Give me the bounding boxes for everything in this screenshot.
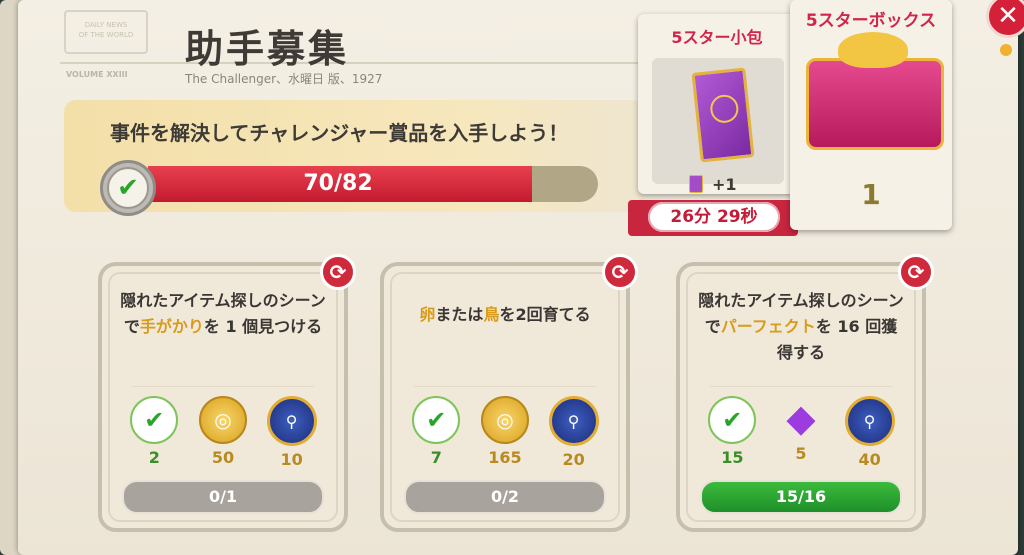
energy-check-icon: ✔ bbox=[412, 396, 461, 444]
refresh-icon[interactable]: ⟳ bbox=[898, 254, 934, 290]
task-text: 卵または鳥を2回育てる bbox=[419, 305, 591, 324]
reward-item: ⚲ 20 bbox=[543, 396, 605, 469]
reward-item: ⚲ 40 bbox=[839, 396, 901, 469]
reward-item: ✔ 2 bbox=[123, 396, 185, 469]
book-icon bbox=[691, 67, 755, 163]
task-rewards: ✔ 2 ◎ 50 ⚲ 10 bbox=[120, 396, 326, 469]
timer-text: 26分 29秒 bbox=[648, 202, 780, 232]
task-progress-bar: 0/2 bbox=[404, 480, 606, 514]
reward-card-5star-parcel[interactable]: 5スター小包 bbox=[638, 14, 796, 194]
reward-card-5star-box[interactable]: 5スターボックス 1 bbox=[790, 0, 952, 230]
magnifier-badge-icon: ⚲ bbox=[266, 396, 317, 446]
gift-bow-icon bbox=[838, 32, 908, 68]
box-count: 1 bbox=[861, 178, 881, 211]
magnifier-badge-icon: ⚲ bbox=[548, 396, 599, 446]
reward-item: ◆ 5 bbox=[770, 396, 832, 469]
hang-dot bbox=[1000, 44, 1012, 56]
mini-book-icon bbox=[689, 175, 703, 193]
task-text: 隠れたアイテム探しのシーンで手がかりを 1 個見つける bbox=[120, 291, 326, 336]
parcel-count: +1 bbox=[712, 175, 737, 194]
energy-check-icon: ✔ bbox=[708, 396, 757, 444]
task-progress-bar: 15/16 bbox=[700, 480, 902, 514]
refresh-icon[interactable]: ⟳ bbox=[320, 254, 356, 290]
task-text: 隠れたアイテム探しのシーンでパーフェクトを 16 回獲得する bbox=[698, 291, 904, 362]
goal-progress-text: 70/82 bbox=[303, 171, 373, 196]
newspaper-stamp: DAILY NEWS OF THE WORLD bbox=[64, 10, 148, 54]
gem-icon: ◆ bbox=[786, 396, 816, 440]
task-progress-bar: 0/1 bbox=[122, 480, 324, 514]
goal-text: 事件を解決してチャレンジャー賞品を入手しよう！ bbox=[110, 121, 569, 145]
reward-item: ◎ 165 bbox=[474, 396, 536, 469]
page-title: 助手募集 bbox=[185, 27, 350, 71]
page-subtitle: The Challenger、水曜日 版、1927 bbox=[185, 72, 383, 86]
parcel-image bbox=[652, 58, 784, 184]
stamp-subtext: VOLUME XXIII bbox=[66, 70, 128, 79]
title-rule bbox=[60, 62, 680, 64]
reward-item: ✔ 7 bbox=[405, 396, 467, 469]
magnifier-badge-icon: ⚲ bbox=[844, 396, 895, 446]
reward-card-title: 5スター小包 bbox=[671, 28, 763, 47]
task-card-2: ⟳ 卵または鳥を2回育てる ✔ 7 ◎ 165 ⚲ 20 0/2 bbox=[380, 254, 638, 532]
task-rewards: ✔ 15 ◆ 5 ⚲ 40 bbox=[698, 396, 904, 469]
gift-box-icon bbox=[806, 58, 944, 150]
check-mark-icon: ✔ bbox=[100, 160, 156, 216]
coin-icon: ◎ bbox=[480, 396, 529, 444]
reward-item: ⚲ 10 bbox=[261, 396, 323, 469]
reward-item: ✔ 15 bbox=[701, 396, 763, 469]
task-card-1: ⟳ 隠れたアイテム探しのシーンで手がかりを 1 個見つける ✔ 2 ◎ 50 ⚲… bbox=[98, 254, 356, 532]
energy-check-icon: ✔ bbox=[130, 396, 179, 444]
reward-item: ◎ 50 bbox=[192, 396, 254, 469]
task-card-3: ⟳ 隠れたアイテム探しのシーンでパーフェクトを 16 回獲得する ✔ 15 ◆ … bbox=[676, 254, 934, 532]
coin-icon: ◎ bbox=[198, 396, 247, 444]
reward-card-title: 5スターボックス bbox=[805, 11, 937, 31]
refresh-icon[interactable]: ⟳ bbox=[602, 254, 638, 290]
task-rewards: ✔ 7 ◎ 165 ⚲ 20 bbox=[402, 396, 608, 469]
